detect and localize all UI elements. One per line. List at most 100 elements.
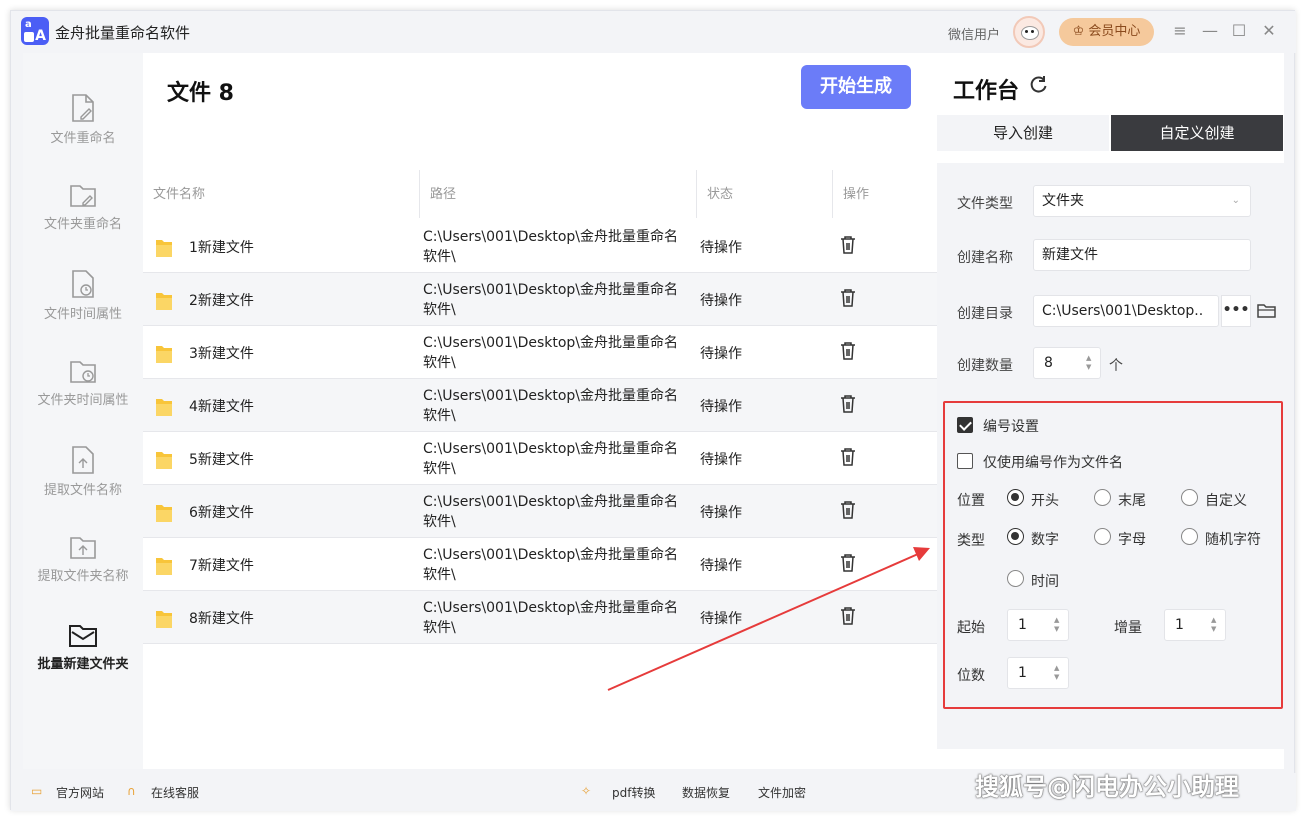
- vip-center-button[interactable]: ♔ 会员中心: [1059, 18, 1154, 46]
- file-path: C:\Users\001\Desktop\金舟批量重命名软件\: [423, 494, 679, 530]
- trash-icon[interactable]: [839, 288, 857, 308]
- create-count-stepper[interactable]: 8 ▲ ▼: [1033, 347, 1101, 379]
- file-path: C:\Users\001\Desktop\金舟批量重命名软件\: [423, 388, 679, 424]
- stepper-arrows-icon[interactable]: ▲ ▼: [1086, 354, 1094, 372]
- column-divider[interactable]: [832, 170, 833, 218]
- table-row[interactable]: 6新建文件 C:\Users\001\Desktop\金舟批量重命名软件\ 待操作: [143, 485, 937, 538]
- folder-icon: [156, 399, 172, 416]
- file-status: 待操作: [700, 240, 742, 256]
- table-row[interactable]: 4新建文件 C:\Users\001\Desktop\金舟批量重命名软件\ 待操作: [143, 379, 937, 432]
- column-header-status[interactable]: 状态: [707, 170, 733, 220]
- column-header-path[interactable]: 路径: [430, 170, 456, 220]
- file-type-select[interactable]: 文件夹 ⌄: [1033, 185, 1251, 217]
- trash-icon[interactable]: [839, 235, 857, 255]
- folder-icon: [156, 293, 172, 310]
- workspace-title: 工作台: [953, 79, 1020, 104]
- file-path: C:\Users\001\Desktop\金舟批量重命名软件\: [423, 547, 679, 583]
- table-row[interactable]: 1新建文件 C:\Users\001\Desktop\金舟批量重命名软件\ 待操作: [143, 220, 937, 273]
- folder-open-icon[interactable]: [1257, 303, 1277, 319]
- close-icon[interactable]: ✕: [1259, 21, 1279, 41]
- trash-icon[interactable]: [839, 341, 857, 361]
- sidebar-item-batch-new-folder[interactable]: 批量新建文件夹: [23, 609, 143, 697]
- trash-icon[interactable]: [839, 500, 857, 520]
- create-name-input[interactable]: 新建文件: [1033, 239, 1251, 271]
- more-options-button[interactable]: •••: [1221, 295, 1251, 327]
- avatar[interactable]: [1013, 16, 1045, 48]
- sidebar-item-label: 批量新建文件夹: [37, 657, 129, 672]
- file-status: 待操作: [700, 558, 742, 574]
- table-row[interactable]: 8新建文件 C:\Users\001\Desktop\金舟批量重命名软件\ 待操作: [143, 591, 937, 644]
- sidebar-item-label: 提取文件名称: [43, 483, 122, 498]
- trash-icon[interactable]: [839, 553, 857, 573]
- sidebar-item-label: 文件夹重命名: [43, 217, 122, 232]
- app-window: aA 金舟批量重命名软件 微信用户 ♔ 会员中心 ≡ — ☐ ✕ 文件重命名 文…: [10, 10, 1296, 811]
- file-name: 4新建文件: [189, 399, 254, 415]
- file-name: 2新建文件: [189, 293, 254, 309]
- trash-icon[interactable]: [839, 606, 857, 626]
- file-status: 待操作: [700, 293, 742, 309]
- tab-custom-create[interactable]: 自定义创建: [1111, 115, 1283, 151]
- folder-icon: [156, 611, 172, 628]
- menu-icon[interactable]: ≡: [1170, 21, 1190, 41]
- create-count-label: 创建数量: [957, 358, 1013, 374]
- file-encrypt-link[interactable]: 文件加密: [758, 784, 806, 801]
- user-name[interactable]: 微信用户: [948, 24, 1000, 43]
- table-row[interactable]: 7新建文件 C:\Users\001\Desktop\金舟批量重命名软件\ 待操作: [143, 538, 937, 591]
- start-generate-button[interactable]: 开始生成: [801, 65, 911, 109]
- sidebar-item-file-time[interactable]: 文件时间属性: [23, 257, 143, 345]
- table-header: 文件名称 路径 状态 操作: [143, 170, 937, 220]
- file-path: C:\Users\001\Desktop\金舟批量重命名软件\: [423, 441, 679, 477]
- data-recovery-link[interactable]: 数据恢复: [682, 784, 730, 801]
- file-clock-icon: [72, 270, 94, 298]
- maximize-icon[interactable]: ☐: [1229, 21, 1249, 41]
- create-dir-input[interactable]: C:\Users\001\Desktop..: [1033, 295, 1219, 327]
- column-divider[interactable]: [696, 170, 697, 218]
- page-title: 文件 8: [167, 81, 234, 106]
- file-status: 待操作: [700, 452, 742, 468]
- pdf-convert-link[interactable]: pdf转换: [612, 784, 655, 801]
- folder-icon: [156, 240, 172, 257]
- file-status: 待操作: [700, 399, 742, 415]
- file-status: 待操作: [700, 505, 742, 521]
- sidebar-item-extract-folder[interactable]: 提取文件夹名称: [23, 521, 143, 609]
- sidebar-item-label: 文件时间属性: [43, 307, 122, 322]
- table-row[interactable]: 5新建文件 C:\Users\001\Desktop\金舟批量重命名软件\ 待操作: [143, 432, 937, 485]
- sidebar-item-folder-time[interactable]: 文件夹时间属性: [23, 345, 143, 433]
- file-upload-icon: [72, 446, 94, 474]
- trash-icon[interactable]: [839, 447, 857, 467]
- chevron-down-icon: ⌄: [1231, 195, 1240, 206]
- sidebar-item-label: 提取文件夹名称: [37, 569, 129, 584]
- column-header-name[interactable]: 文件名称: [153, 170, 205, 220]
- table-row[interactable]: 3新建文件 C:\Users\001\Desktop\金舟批量重命名软件\ 待操作: [143, 326, 937, 379]
- sidebar-item-folder-rename[interactable]: 文件夹重命名: [23, 169, 143, 257]
- watermark: 搜狐号@闪电办公小助理: [975, 773, 1239, 801]
- refresh-icon[interactable]: [1029, 75, 1049, 95]
- folder-upload-icon: [70, 537, 96, 559]
- file-name: 7新建文件: [189, 558, 254, 574]
- file-name: 3新建文件: [189, 346, 254, 362]
- column-divider[interactable]: [419, 170, 420, 218]
- folder-clock-icon: [70, 361, 96, 383]
- column-header-action: 操作: [843, 187, 870, 202]
- monitor-icon: ▭: [31, 784, 43, 798]
- folder-icon: [156, 452, 172, 469]
- create-dir-label: 创建目录: [957, 306, 1013, 322]
- crown-icon: ♔: [1072, 24, 1085, 39]
- app-logo-icon: aA: [21, 17, 49, 45]
- workspace-panel: 工作台 导入创建 自定义创建 文件类型 文件夹 ⌄ 创建名称 新建文件 创建目录…: [937, 53, 1284, 769]
- tab-import-create[interactable]: 导入创建: [937, 115, 1109, 151]
- sidebar-item-file-rename[interactable]: 文件重命名: [23, 81, 143, 169]
- official-site-link[interactable]: 官方网站: [56, 784, 104, 801]
- trash-icon[interactable]: [839, 394, 857, 414]
- file-path: C:\Users\001\Desktop\金舟批量重命名软件\: [423, 600, 679, 636]
- create-count-unit: 个: [1109, 358, 1123, 374]
- sidebar-item-label: 文件重命名: [50, 131, 116, 146]
- minimize-icon[interactable]: —: [1200, 21, 1220, 41]
- table-row[interactable]: 2新建文件 C:\Users\001\Desktop\金舟批量重命名软件\ 待操作: [143, 273, 937, 326]
- highlight-box: [943, 401, 1283, 709]
- file-status: 待操作: [700, 346, 742, 362]
- online-service-link[interactable]: 在线客服: [151, 784, 199, 801]
- file-name: 5新建文件: [189, 452, 254, 468]
- file-status: 待操作: [700, 611, 742, 627]
- sidebar-item-extract-file[interactable]: 提取文件名称: [23, 433, 143, 521]
